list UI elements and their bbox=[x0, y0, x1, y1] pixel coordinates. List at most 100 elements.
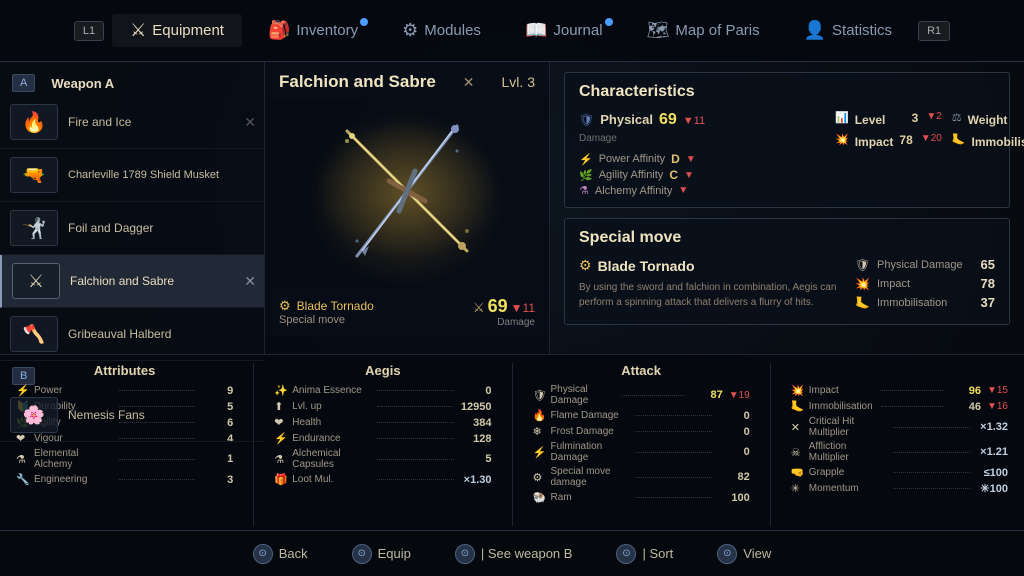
equip-button[interactable]: ⊙ Equip bbox=[342, 540, 421, 568]
weapon-name-halberd: Gribeauval Halberd bbox=[68, 327, 171, 341]
power-affinity-icon: ⚡ bbox=[579, 153, 593, 166]
atk2-momentum-row: ✳ Momentum ✳100 bbox=[791, 482, 1008, 495]
see-weapon-b-icon: ⊙ bbox=[455, 544, 475, 564]
weight-label: Weight bbox=[968, 113, 1008, 127]
atk-special-name: Special move damage bbox=[551, 466, 628, 488]
char-level-row: 📊 Level 3 ▼2 bbox=[835, 111, 942, 129]
special-immob-label: Immobilisation bbox=[877, 297, 975, 309]
sort-button[interactable]: ⊙ | Sort bbox=[606, 540, 683, 568]
slot-a-label: A bbox=[12, 74, 35, 92]
special-stat-physical: 🛡 Physical Damage 65 bbox=[855, 257, 995, 272]
weapon-special-move-name: Blade Tornado bbox=[297, 299, 374, 313]
atk-frost-dots bbox=[635, 431, 712, 432]
nav-l1-button[interactable]: L1 bbox=[74, 21, 104, 41]
power-affinity-grade: D bbox=[671, 152, 680, 166]
aegis-endurance-dots bbox=[377, 438, 454, 439]
special-move-left: ⚙ Blade Tornado By using the sword and f… bbox=[579, 257, 841, 314]
modules-icon: ⚙ bbox=[402, 20, 418, 41]
weapon-item-fire-ice[interactable]: 🔥 Fire and Ice ✕ bbox=[0, 96, 264, 149]
weapon-detail-panel: Falchion and Sabre ✕ Lvl. 3 bbox=[265, 62, 550, 354]
tab-inventory-label: Inventory bbox=[296, 22, 358, 39]
atk-physical-delta: ▼19 bbox=[729, 390, 750, 401]
attack-frost-row: ❄ Frost Damage 0 bbox=[533, 425, 750, 438]
weapon-header: Falchion and Sabre ✕ Lvl. 3 bbox=[265, 62, 549, 98]
weapon-thumb-foil: 🤺 bbox=[10, 210, 58, 246]
weapon-item-halberd[interactable]: 🪓 Gribeauval Halberd bbox=[0, 308, 264, 361]
characteristics-title: Characteristics bbox=[579, 83, 995, 101]
atk2-impact-name: Impact bbox=[809, 385, 872, 396]
view-btn-label: View bbox=[743, 546, 771, 561]
atk2-grapple-dots bbox=[893, 472, 970, 473]
see-weapon-b-button[interactable]: ⊙ | See weapon B bbox=[445, 540, 583, 568]
aegis-loot-name: Loot Mul. bbox=[292, 474, 369, 485]
weapon-showcase bbox=[265, 98, 549, 288]
map-icon: 🗺 bbox=[647, 20, 670, 41]
weapon-item-foil[interactable]: 🤺 Foil and Dagger bbox=[0, 202, 264, 255]
atk-fulmination-value: 0 bbox=[720, 446, 750, 458]
level-icon: 📊 bbox=[835, 111, 849, 124]
view-button[interactable]: ⊙ View bbox=[707, 540, 781, 568]
aegis-health-value: 384 bbox=[462, 417, 492, 429]
weapon-item-nemesis[interactable]: 🌸 Nemesis Fans bbox=[0, 389, 264, 442]
tab-journal-label: Journal bbox=[553, 22, 602, 39]
tab-statistics-label: Statistics bbox=[832, 22, 892, 39]
weapon-thumb-falchion: ⚔ bbox=[12, 263, 60, 299]
attack2-column: Attack 💥 Impact 96 ▼15 🦶 Immobilisation … bbox=[791, 363, 1008, 526]
weapon-footer: ⚙ Blade Tornado Special move ⚔ 69 ▼11 Da… bbox=[265, 288, 549, 336]
aegis-title: Aegis bbox=[274, 363, 491, 378]
attr-engineering-row: 🔧 Engineering 3 bbox=[16, 473, 233, 486]
level-label: Level bbox=[855, 113, 886, 127]
tab-equipment-label: Equipment bbox=[152, 22, 224, 39]
alchemy-icon: ⚗ bbox=[16, 453, 30, 466]
tab-inventory[interactable]: 🎒 Inventory bbox=[250, 14, 376, 47]
see-weapon-b-label: | See weapon B bbox=[481, 546, 573, 561]
characteristics-box: Characteristics 🛡 Physical 69 ▼11 Damage… bbox=[564, 72, 1010, 208]
weapon-name-falchion: Falchion and Sabre bbox=[70, 274, 174, 288]
bottom-toolbar: ⊙ Back ⊙ Equip ⊙ | See weapon B ⊙ | Sort… bbox=[0, 530, 1024, 576]
aegis-health-name: Health bbox=[292, 417, 369, 428]
tab-map[interactable]: 🗺 Map of Paris bbox=[629, 14, 778, 47]
special-stat-immob: 🦶 Immobilisation 37 bbox=[855, 295, 995, 310]
flame-icon: 🔥 bbox=[533, 409, 547, 422]
attr-engineering-dots bbox=[119, 479, 196, 480]
tab-modules[interactable]: ⚙ Modules bbox=[384, 14, 499, 47]
nav-r1-button[interactable]: R1 bbox=[918, 21, 950, 41]
weapon-thumb-charleville: 🔫 bbox=[10, 157, 58, 193]
back-button[interactable]: ⊙ Back bbox=[243, 540, 318, 568]
weapon-item-charleville[interactable]: 🔫 Charleville 1789 Shield Musket bbox=[0, 149, 264, 202]
tab-journal[interactable]: 📖 Journal bbox=[507, 14, 621, 47]
crit-icon: ✕ bbox=[791, 421, 805, 434]
special-move-box: Special move ⚙ Blade Tornado By using th… bbox=[564, 218, 1010, 325]
capsules-icon: ⚗ bbox=[274, 453, 288, 466]
atk2-affliction-dots bbox=[893, 452, 970, 453]
atk-ram-value: 100 bbox=[720, 492, 750, 504]
special-move-description: By using the sword and falchion in combi… bbox=[579, 280, 841, 310]
weapon-item-falchion[interactable]: ⚔ Falchion and Sabre ✕ bbox=[0, 255, 264, 308]
attr-engineering-value: 3 bbox=[203, 474, 233, 486]
top-nav: L1 ⚔ Equipment 🎒 Inventory ⚙ Modules 📖 J… bbox=[0, 0, 1024, 62]
atk-fulmination-name: Fulmination Damage bbox=[551, 441, 628, 463]
weapon-detail-title: Falchion and Sabre bbox=[279, 72, 436, 92]
tab-equipment[interactable]: ⚔ Equipment bbox=[112, 14, 242, 47]
equip-btn-label: Equip bbox=[378, 546, 411, 561]
aegis-capsules-value: 5 bbox=[462, 453, 492, 465]
tab-statistics[interactable]: 👤 Statistics bbox=[786, 14, 910, 47]
special-move-title: ⚙ Blade Tornado bbox=[579, 257, 841, 274]
aegis-loot-dots bbox=[377, 479, 454, 480]
damage-label: Damage bbox=[473, 317, 535, 328]
attack-physical-row: 🛡 Physical Damage 87 ▼19 bbox=[533, 384, 750, 406]
atk-physical-name: Physical Damage bbox=[551, 384, 614, 406]
impact-value: 78 bbox=[899, 133, 912, 147]
special-physical-icon: 🛡 bbox=[855, 258, 871, 272]
weapon-level: Lvl. 3 bbox=[502, 74, 535, 90]
atk2-immob-dots bbox=[881, 406, 943, 407]
atk2-impact-icon: 💥 bbox=[791, 384, 805, 397]
aegis-anima-dots bbox=[377, 390, 454, 391]
damage-sword-icon: ⚔ bbox=[473, 300, 485, 316]
physical-sub: Damage bbox=[579, 133, 819, 144]
alchemy-affinity-delta: ▼ bbox=[678, 185, 688, 196]
atk2-affliction-value: ×1.21 bbox=[978, 446, 1008, 458]
inventory-icon: 🎒 bbox=[268, 20, 290, 41]
aegis-endurance-value: 128 bbox=[462, 433, 492, 445]
attack-ram-row: 🐏 Ram 100 bbox=[533, 491, 750, 504]
